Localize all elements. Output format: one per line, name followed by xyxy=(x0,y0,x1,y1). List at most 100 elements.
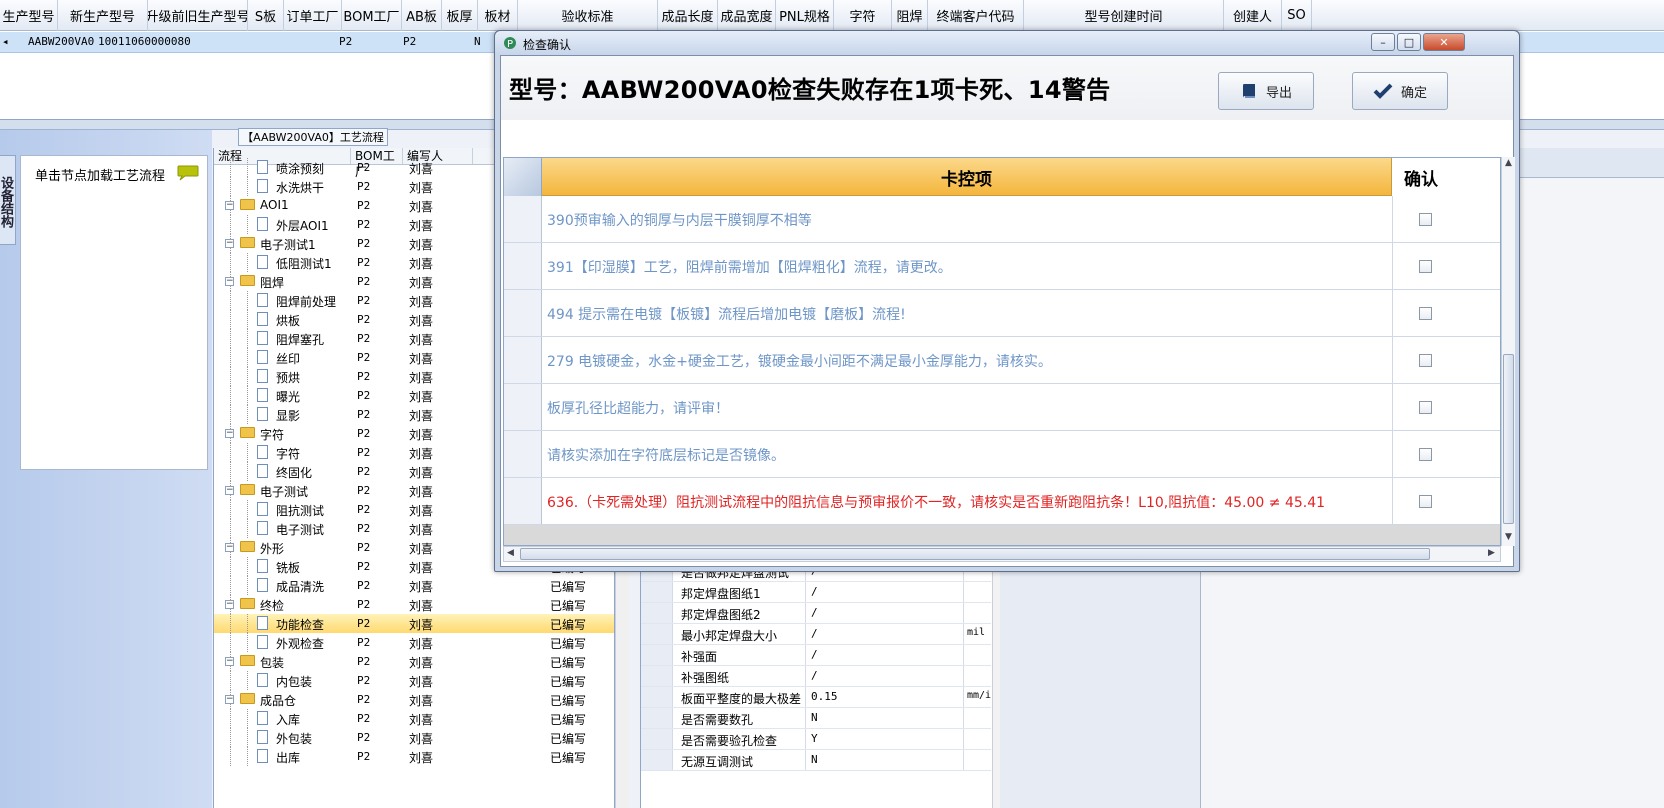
property-value[interactable]: / xyxy=(805,624,961,644)
close-button[interactable]: ✕ xyxy=(1423,33,1465,51)
tree-row[interactable]: − 终检 P2 刘喜 已编写 xyxy=(214,595,614,614)
property-value[interactable]: / xyxy=(805,645,961,665)
export-button[interactable]: 导出 xyxy=(1218,72,1314,110)
property-value[interactable]: / xyxy=(805,603,961,623)
col-header[interactable]: 升级前旧生产型号 xyxy=(148,0,248,31)
property-value[interactable]: Y xyxy=(805,729,961,749)
scroll-right-icon[interactable]: ▶ xyxy=(1488,548,1495,558)
maximize-button[interactable]: □ xyxy=(1397,33,1421,51)
check-item-row[interactable]: 390预审输入的铜厚与内层干膜铜厚不相等 xyxy=(504,196,1500,243)
confirm-checkbox[interactable] xyxy=(1419,260,1432,273)
property-value[interactable]: N xyxy=(805,708,961,728)
check-item-row[interactable]: 板厚孔径比超能力，请评审！ xyxy=(504,384,1500,431)
collapse-icon[interactable]: − xyxy=(225,201,234,210)
property-row[interactable]: 板面平整度的最大极差 0.15 mm/i xyxy=(641,687,991,708)
collapse-icon[interactable]: − xyxy=(225,277,234,286)
confirm-checkbox[interactable] xyxy=(1419,354,1432,367)
tree-row[interactable]: 外包装 P2 刘喜 已编写 xyxy=(214,728,614,747)
cell-order-factory[interactable]: P2 xyxy=(339,35,352,48)
collapse-icon[interactable]: − xyxy=(225,543,234,552)
col-confirm[interactable]: 确认 xyxy=(1392,158,1500,196)
col-header[interactable]: BOM工厂 xyxy=(342,0,402,31)
confirm-button[interactable]: 确定 xyxy=(1352,72,1448,110)
vertical-scroll-thumb[interactable] xyxy=(1503,354,1514,524)
property-row[interactable]: 邦定焊盘图纸2 / xyxy=(641,603,991,624)
col-header[interactable]: SO xyxy=(1282,0,1312,31)
cell-ab-board[interactable]: N xyxy=(474,35,481,48)
dialog-titlebar[interactable]: P 检查确认 – □ ✕ xyxy=(495,31,1519,55)
vertical-tab[interactable]: 设备结构 xyxy=(0,155,16,245)
tree-row[interactable]: 入库 P2 刘喜 已编写 xyxy=(214,709,614,728)
tree-row[interactable]: 功能检查 P2 刘喜 已编写 xyxy=(214,614,614,633)
col-header[interactable]: 订单工厂 xyxy=(284,0,342,31)
tree-row[interactable]: − 成品仓 P2 刘喜 已编写 xyxy=(214,690,614,709)
row-header[interactable] xyxy=(504,243,542,289)
property-row[interactable]: 最小邦定焊盘大小 / mil xyxy=(641,624,991,645)
check-item-row[interactable]: 636.（卡死需处理）阻抗测试流程中的阻抗信息与预审报价不一致，请核实是否重新跑… xyxy=(504,478,1500,525)
confirm-checkbox[interactable] xyxy=(1419,307,1432,320)
property-value[interactable]: / xyxy=(805,582,961,602)
property-row[interactable]: 补强面 / xyxy=(641,645,991,666)
table-horizontal-scrollbar[interactable]: ◀ ▶ xyxy=(503,546,1501,562)
tree-row[interactable]: 出库 P2 刘喜 已编写 xyxy=(214,747,614,766)
col-header[interactable]: 字符 xyxy=(834,0,892,31)
tree-row[interactable]: 外观检查 P2 刘喜 已编写 xyxy=(214,633,614,652)
check-item-row[interactable]: 请核实添加在字符底层标记是否镜像。 xyxy=(504,431,1500,478)
cell-bom-factory[interactable]: P2 xyxy=(403,35,416,48)
col-header[interactable]: 创建人 xyxy=(1224,0,1282,31)
collapse-icon[interactable]: − xyxy=(225,657,234,666)
property-row[interactable]: 是否需要验孔检查 Y xyxy=(641,729,991,750)
row-header[interactable] xyxy=(504,431,542,477)
confirm-checkbox[interactable] xyxy=(1419,401,1432,414)
col-header[interactable]: 终端客户代码 xyxy=(928,0,1024,31)
property-row[interactable]: 补强图纸 / xyxy=(641,666,991,687)
select-all-corner[interactable] xyxy=(504,158,542,196)
cell-product-model[interactable]: AABW200VA0 xyxy=(28,35,94,48)
col-header[interactable]: 阻焊 xyxy=(892,0,928,31)
col-header[interactable]: S板 xyxy=(248,0,284,31)
row-header[interactable] xyxy=(504,337,542,383)
scroll-left-icon[interactable]: ◀ xyxy=(507,548,514,558)
col-header[interactable]: AB板 xyxy=(402,0,442,31)
col-header[interactable]: 成品宽度 xyxy=(718,0,776,31)
row-header[interactable] xyxy=(504,384,542,430)
collapse-icon[interactable]: − xyxy=(225,695,234,704)
tree-row[interactable]: 内包装 P2 刘喜 已编写 xyxy=(214,671,614,690)
property-row[interactable]: 是否需要数孔 N xyxy=(641,708,991,729)
confirm-checkbox[interactable] xyxy=(1419,448,1432,461)
collapse-icon[interactable]: − xyxy=(225,239,234,248)
col-header[interactable]: 型号创建时间 xyxy=(1024,0,1224,31)
row-header[interactable] xyxy=(504,478,542,524)
horizontal-scroll-thumb[interactable] xyxy=(520,548,1430,560)
property-value[interactable]: 0.15 xyxy=(805,687,961,707)
check-item-row[interactable]: 279 电镀硬金，水金+硬金工艺，镀硬金最小间距不满足最小金厚能力，请核实。 xyxy=(504,337,1500,384)
property-value[interactable]: N xyxy=(805,750,961,770)
collapse-icon[interactable]: − xyxy=(225,600,234,609)
minimize-button[interactable]: – xyxy=(1371,33,1395,51)
tree-row[interactable]: 成品清洗 P2 刘喜 已编写 xyxy=(214,576,614,595)
col-header[interactable]: 生产型号 xyxy=(0,0,58,31)
scroll-down-icon[interactable]: ▼ xyxy=(1505,532,1512,542)
property-row[interactable]: 无源互调测试 N xyxy=(641,750,991,771)
collapse-icon[interactable]: − xyxy=(225,429,234,438)
table-vertical-scrollbar[interactable]: ▲ ▼ xyxy=(1501,157,1515,546)
cell-new-model[interactable]: 10011060000080 xyxy=(98,35,191,48)
col-header[interactable]: 板材 xyxy=(478,0,518,31)
col-header[interactable]: 新生产型号 xyxy=(58,0,148,31)
col-header[interactable]: PNL规格 xyxy=(776,0,834,31)
tree-row[interactable]: − 包装 P2 刘喜 已编写 xyxy=(214,652,614,671)
col-header[interactable]: 验收标准 xyxy=(518,0,658,31)
row-header[interactable] xyxy=(504,196,542,242)
col-header[interactable]: 成品长度 xyxy=(658,0,718,31)
check-item-row[interactable]: 391【印湿膜】工艺，阻焊前需增加【阻焊粗化】流程，请更改。 xyxy=(504,243,1500,290)
col-check-item[interactable]: 卡控项 xyxy=(542,158,1392,196)
property-value[interactable]: / xyxy=(805,666,961,686)
tree-scrollbar[interactable] xyxy=(615,540,629,808)
property-row[interactable]: 邦定焊盘图纸1 / xyxy=(641,582,991,603)
row-header[interactable] xyxy=(504,290,542,336)
collapse-icon[interactable]: − xyxy=(225,486,234,495)
scroll-up-icon[interactable]: ▲ xyxy=(1505,158,1512,168)
confirm-checkbox[interactable] xyxy=(1419,213,1432,226)
col-header[interactable]: 板厚 xyxy=(442,0,478,31)
check-item-row[interactable]: 494 提示需在电镀【板镀】流程后增加电镀【磨板】流程! xyxy=(504,290,1500,337)
